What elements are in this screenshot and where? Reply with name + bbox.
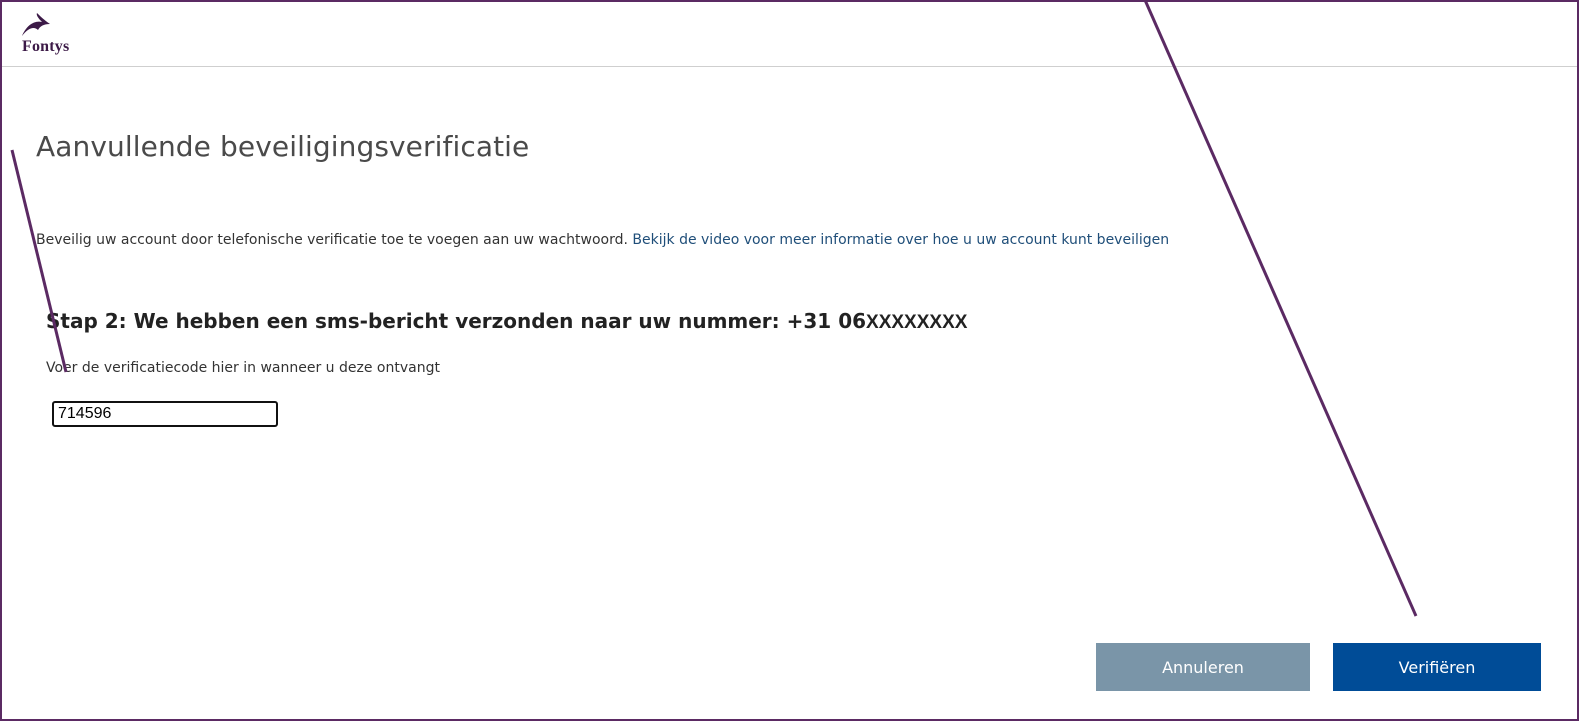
code-instruction: Voer de verificatiecode hier in wanneer …: [46, 360, 440, 376]
fontys-logo[interactable]: Fontys: [18, 12, 128, 62]
fontys-dolphin-icon: [22, 13, 50, 36]
verify-button[interactable]: Verifiëren: [1333, 643, 1541, 691]
video-info-link[interactable]: Bekijk de video voor meer informatie ove…: [632, 232, 1169, 248]
header: Fontys: [2, 2, 1577, 67]
intro-text: Beveilig uw account door telefonische ve…: [36, 232, 633, 248]
page-title: Aanvullende beveiligingsverificatie: [36, 130, 530, 163]
step-heading: Stap 2: We hebben een sms-bericht verzon…: [46, 309, 967, 334]
verification-code-input[interactable]: [52, 401, 278, 427]
masked-phone-number: XXXXXXXX: [866, 312, 968, 333]
logo-text: Fontys: [22, 38, 70, 55]
cancel-button[interactable]: Annuleren: [1096, 643, 1310, 691]
step-heading-text: Stap 2: We hebben een sms-bericht verzon…: [46, 309, 867, 333]
intro-paragraph: Beveilig uw account door telefonische ve…: [36, 232, 1169, 248]
